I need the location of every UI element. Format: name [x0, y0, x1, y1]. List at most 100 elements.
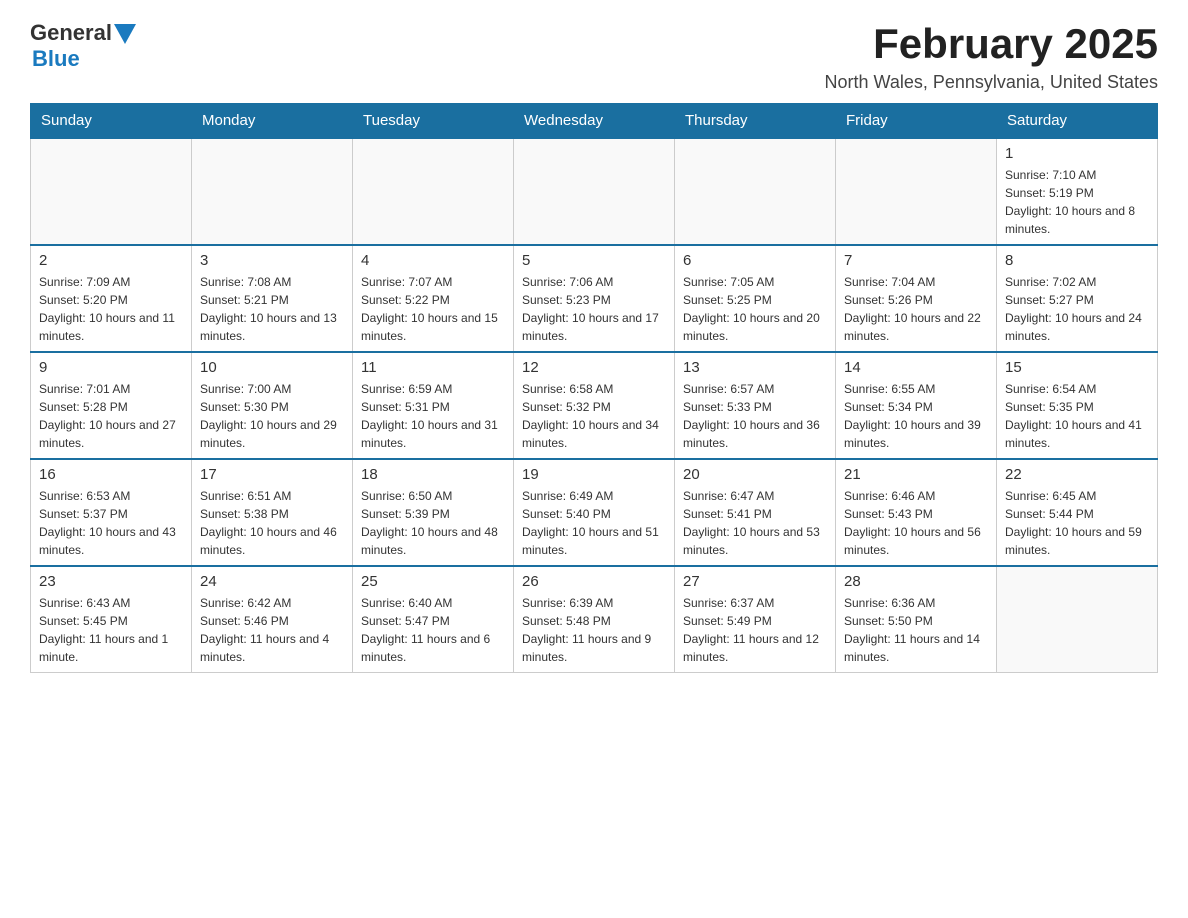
logo-triangle-icon	[114, 24, 136, 44]
day-info: Sunrise: 7:10 AM Sunset: 5:19 PM Dayligh…	[1005, 166, 1149, 238]
day-number: 4	[361, 252, 505, 269]
day-number: 16	[39, 466, 183, 483]
calendar-cell	[836, 138, 997, 245]
day-number: 23	[39, 573, 183, 590]
day-number: 24	[200, 573, 344, 590]
calendar-cell: 15 Sunrise: 6:54 AM Sunset: 5:35 PM Dayli…	[997, 352, 1158, 459]
calendar-week-3: 9 Sunrise: 7:01 AM Sunset: 5:28 PM Daylig…	[31, 352, 1158, 459]
page-header: General Blue February 2025 North Wales, …	[30, 20, 1158, 93]
day-info: Sunrise: 6:43 AM Sunset: 5:45 PM Dayligh…	[39, 594, 183, 666]
day-number: 5	[522, 252, 666, 269]
day-info: Sunrise: 7:05 AM Sunset: 5:25 PM Dayligh…	[683, 273, 827, 345]
calendar-cell: 2Sunrise: 7:09 AM Sunset: 5:20 PM Daylig…	[31, 245, 192, 352]
day-info: Sunrise: 7:00 AM Sunset: 5:30 PM Dayligh…	[200, 380, 344, 452]
day-number: 22	[1005, 466, 1149, 483]
day-number: 3	[200, 252, 344, 269]
day-info: Sunrise: 7:04 AM Sunset: 5:26 PM Dayligh…	[844, 273, 988, 345]
calendar-cell: 24 Sunrise: 6:42 AM Sunset: 5:46 PM Dayli…	[192, 566, 353, 673]
calendar-cell: 22 Sunrise: 6:45 AM Sunset: 5:44 PM Dayli…	[997, 459, 1158, 566]
calendar-cell: 12 Sunrise: 6:58 AM Sunset: 5:32 PM Dayli…	[514, 352, 675, 459]
calendar-cell: 6 Sunrise: 7:05 AM Sunset: 5:25 PM Daylig…	[675, 245, 836, 352]
day-info: Sunrise: 7:01 AM Sunset: 5:28 PM Dayligh…	[39, 380, 183, 452]
day-number: 7	[844, 252, 988, 269]
day-number: 6	[683, 252, 827, 269]
calendar-cell: 27 Sunrise: 6:37 AM Sunset: 5:49 PM Dayli…	[675, 566, 836, 673]
calendar-cell: 9 Sunrise: 7:01 AM Sunset: 5:28 PM Daylig…	[31, 352, 192, 459]
title-section: February 2025 North Wales, Pennsylvania,…	[825, 20, 1159, 93]
day-number: 17	[200, 466, 344, 483]
day-info: Sunrise: 6:57 AM Sunset: 5:33 PM Dayligh…	[683, 380, 827, 452]
calendar-cell	[514, 138, 675, 245]
day-info: Sunrise: 6:46 AM Sunset: 5:43 PM Dayligh…	[844, 487, 988, 559]
day-number: 8	[1005, 252, 1149, 269]
calendar-cell: 7 Sunrise: 7:04 AM Sunset: 5:26 PM Daylig…	[836, 245, 997, 352]
day-number: 25	[361, 573, 505, 590]
calendar-week-5: 23 Sunrise: 6:43 AM Sunset: 5:45 PM Dayli…	[31, 566, 1158, 673]
day-info: Sunrise: 6:39 AM Sunset: 5:48 PM Dayligh…	[522, 594, 666, 666]
day-info: Sunrise: 7:08 AM Sunset: 5:21 PM Dayligh…	[200, 273, 344, 345]
calendar-cell: 11 Sunrise: 6:59 AM Sunset: 5:31 PM Dayli…	[353, 352, 514, 459]
days-header-row: SundayMondayTuesdayWednesdayThursdayFrid…	[31, 104, 1158, 139]
calendar-cell: 16 Sunrise: 6:53 AM Sunset: 5:37 PM Dayli…	[31, 459, 192, 566]
day-header-saturday: Saturday	[997, 104, 1158, 139]
calendar-cell	[675, 138, 836, 245]
day-info: Sunrise: 6:59 AM Sunset: 5:31 PM Dayligh…	[361, 380, 505, 452]
day-number: 18	[361, 466, 505, 483]
day-number: 28	[844, 573, 988, 590]
logo-general-text: General	[30, 20, 112, 46]
location-title: North Wales, Pennsylvania, United States	[825, 72, 1159, 93]
day-number: 26	[522, 573, 666, 590]
day-info: Sunrise: 6:40 AM Sunset: 5:47 PM Dayligh…	[361, 594, 505, 666]
day-info: Sunrise: 6:50 AM Sunset: 5:39 PM Dayligh…	[361, 487, 505, 559]
calendar-cell: 26 Sunrise: 6:39 AM Sunset: 5:48 PM Dayli…	[514, 566, 675, 673]
day-info: Sunrise: 6:54 AM Sunset: 5:35 PM Dayligh…	[1005, 380, 1149, 452]
calendar-table: SundayMondayTuesdayWednesdayThursdayFrid…	[30, 103, 1158, 673]
logo-blue-text: Blue	[32, 46, 80, 71]
calendar-cell: 18 Sunrise: 6:50 AM Sunset: 5:39 PM Dayli…	[353, 459, 514, 566]
day-header-friday: Friday	[836, 104, 997, 139]
calendar-cell: 23 Sunrise: 6:43 AM Sunset: 5:45 PM Dayli…	[31, 566, 192, 673]
calendar-cell	[192, 138, 353, 245]
calendar-cell: 14Sunrise: 6:55 AM Sunset: 5:34 PM Dayli…	[836, 352, 997, 459]
day-info: Sunrise: 6:37 AM Sunset: 5:49 PM Dayligh…	[683, 594, 827, 666]
day-number: 12	[522, 359, 666, 376]
calendar-cell	[353, 138, 514, 245]
calendar-week-2: 2Sunrise: 7:09 AM Sunset: 5:20 PM Daylig…	[31, 245, 1158, 352]
day-info: Sunrise: 6:36 AM Sunset: 5:50 PM Dayligh…	[844, 594, 988, 666]
day-info: Sunrise: 7:02 AM Sunset: 5:27 PM Dayligh…	[1005, 273, 1149, 345]
day-info: Sunrise: 6:58 AM Sunset: 5:32 PM Dayligh…	[522, 380, 666, 452]
day-info: Sunrise: 6:42 AM Sunset: 5:46 PM Dayligh…	[200, 594, 344, 666]
calendar-cell: 25 Sunrise: 6:40 AM Sunset: 5:47 PM Dayli…	[353, 566, 514, 673]
calendar-cell: 21 Sunrise: 6:46 AM Sunset: 5:43 PM Dayli…	[836, 459, 997, 566]
day-info: Sunrise: 6:47 AM Sunset: 5:41 PM Dayligh…	[683, 487, 827, 559]
day-number: 27	[683, 573, 827, 590]
calendar-cell: 28 Sunrise: 6:36 AM Sunset: 5:50 PM Dayli…	[836, 566, 997, 673]
day-info: Sunrise: 6:45 AM Sunset: 5:44 PM Dayligh…	[1005, 487, 1149, 559]
day-number: 11	[361, 359, 505, 376]
calendar-cell: 4 Sunrise: 7:07 AM Sunset: 5:22 PM Daylig…	[353, 245, 514, 352]
day-number: 2	[39, 252, 183, 269]
calendar-cell: 5 Sunrise: 7:06 AM Sunset: 5:23 PM Daylig…	[514, 245, 675, 352]
day-header-thursday: Thursday	[675, 104, 836, 139]
month-title: February 2025	[825, 20, 1159, 68]
day-number: 15	[1005, 359, 1149, 376]
day-number: 21	[844, 466, 988, 483]
calendar-cell: 20 Sunrise: 6:47 AM Sunset: 5:41 PM Dayli…	[675, 459, 836, 566]
day-info: Sunrise: 7:07 AM Sunset: 5:22 PM Dayligh…	[361, 273, 505, 345]
day-number: 14	[844, 359, 988, 376]
calendar-cell: 10Sunrise: 7:00 AM Sunset: 5:30 PM Dayli…	[192, 352, 353, 459]
day-info: Sunrise: 6:51 AM Sunset: 5:38 PM Dayligh…	[200, 487, 344, 559]
day-number: 9	[39, 359, 183, 376]
calendar-cell	[31, 138, 192, 245]
day-number: 13	[683, 359, 827, 376]
day-info: Sunrise: 7:06 AM Sunset: 5:23 PM Dayligh…	[522, 273, 666, 345]
day-number: 20	[683, 466, 827, 483]
calendar-cell: 8 Sunrise: 7:02 AM Sunset: 5:27 PM Daylig…	[997, 245, 1158, 352]
calendar-cell: 17 Sunrise: 6:51 AM Sunset: 5:38 PM Dayli…	[192, 459, 353, 566]
logo: General Blue	[30, 20, 136, 72]
calendar-cell: 19Sunrise: 6:49 AM Sunset: 5:40 PM Dayli…	[514, 459, 675, 566]
day-info: Sunrise: 6:53 AM Sunset: 5:37 PM Dayligh…	[39, 487, 183, 559]
calendar-body: 1Sunrise: 7:10 AM Sunset: 5:19 PM Daylig…	[31, 138, 1158, 673]
day-number: 19	[522, 466, 666, 483]
calendar-cell: 3 Sunrise: 7:08 AM Sunset: 5:21 PM Daylig…	[192, 245, 353, 352]
